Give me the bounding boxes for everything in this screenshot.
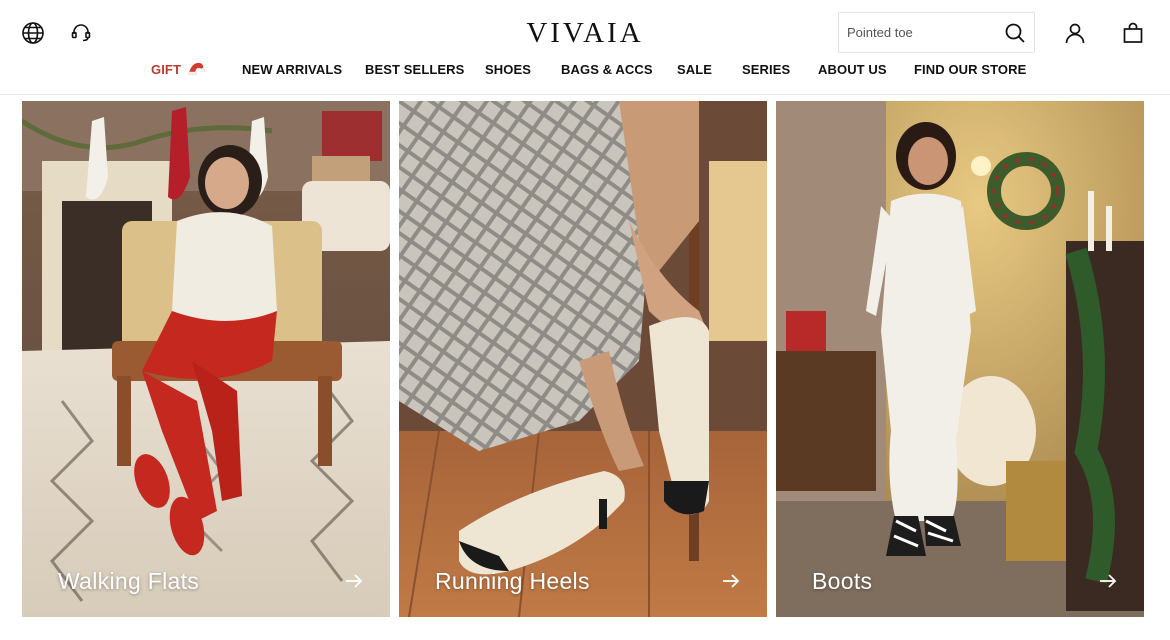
nav-item-find-our-store[interactable]: FIND OUR STORE	[914, 62, 1026, 77]
arrow-right-icon[interactable]	[721, 571, 741, 591]
category-label: Walking Flats	[58, 568, 200, 594]
nav-item-series[interactable]: SERIES	[742, 62, 790, 77]
account-icon[interactable]	[1062, 20, 1088, 46]
walking-flats-photo	[22, 101, 390, 617]
search-input[interactable]	[847, 25, 997, 40]
shopping-bag-icon[interactable]	[1120, 20, 1146, 46]
nav-item-about-us[interactable]: ABOUT US	[818, 62, 887, 77]
main-nav: GIFT NEW ARRIVALS BEST SELLERS SHOES BAG…	[0, 62, 1170, 80]
nav-item-sale[interactable]: SALE	[677, 62, 712, 77]
category-card-boots[interactable]: Boots	[776, 101, 1144, 617]
category-label: Running Heels	[435, 568, 590, 594]
search-icon[interactable]	[1004, 22, 1026, 44]
nav-item-gift[interactable]: GIFT	[151, 62, 181, 77]
category-card-running-heels[interactable]: Running Heels	[399, 101, 767, 617]
arrow-right-icon[interactable]	[1098, 571, 1118, 591]
search-box[interactable]	[838, 12, 1035, 53]
nav-item-new-arrivals[interactable]: NEW ARRIVALS	[242, 62, 342, 77]
category-card-walking-flats[interactable]: Walking Flats	[22, 101, 390, 617]
santa-hat-icon	[186, 58, 206, 78]
nav-item-shoes[interactable]: SHOES	[485, 62, 531, 77]
boots-photo	[776, 101, 1144, 617]
arrow-right-icon[interactable]	[344, 571, 364, 591]
category-label: Boots	[812, 568, 873, 594]
nav-item-best-sellers[interactable]: BEST SELLERS	[365, 62, 464, 77]
site-header: VIVAIA GIFT NEW ARRIVA	[0, 0, 1170, 95]
nav-item-bags-accs[interactable]: BAGS & ACCS	[561, 62, 653, 77]
running-heels-photo	[399, 101, 767, 617]
